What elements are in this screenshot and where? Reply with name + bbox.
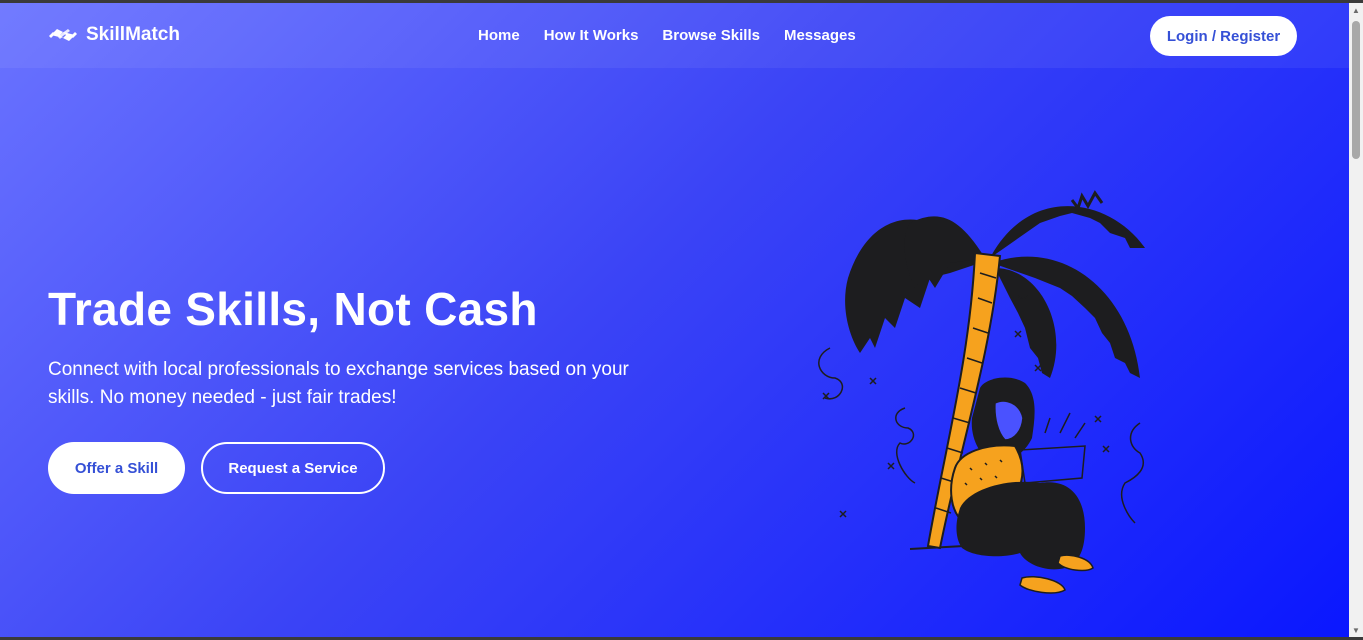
brand-logo[interactable]: SkillMatch [48,23,180,47]
scroll-thumb[interactable] [1352,21,1360,159]
nav-home[interactable]: Home [478,27,520,44]
scroll-down-arrow-icon[interactable]: ▼ [1349,623,1363,637]
page-viewport: SkillMatch Home How It Works Browse Skil… [0,3,1349,637]
login-register-button[interactable]: Login / Register [1150,16,1297,56]
navbar: SkillMatch Home How It Works Browse Skil… [0,3,1349,68]
hero-title: Trade Skills, Not Cash [48,283,538,335]
main-nav: Home How It Works Browse Skills Messages [478,27,856,44]
hero-subtitle: Connect with local professionals to exch… [48,359,629,408]
offer-skill-button[interactable]: Offer a Skill [48,442,185,494]
nav-browse-skills[interactable]: Browse Skills [662,27,760,44]
nav-how-it-works[interactable]: How It Works [544,27,639,44]
hero-illustration [818,190,1145,594]
nav-messages[interactable]: Messages [784,27,856,44]
handshake-icon [49,29,77,41]
brand-name: SkillMatch [86,24,180,45]
vertical-scrollbar[interactable]: ▲ ▼ [1349,3,1363,637]
request-service-button[interactable]: Request a Service [201,442,385,494]
scroll-up-arrow-icon[interactable]: ▲ [1349,3,1363,17]
